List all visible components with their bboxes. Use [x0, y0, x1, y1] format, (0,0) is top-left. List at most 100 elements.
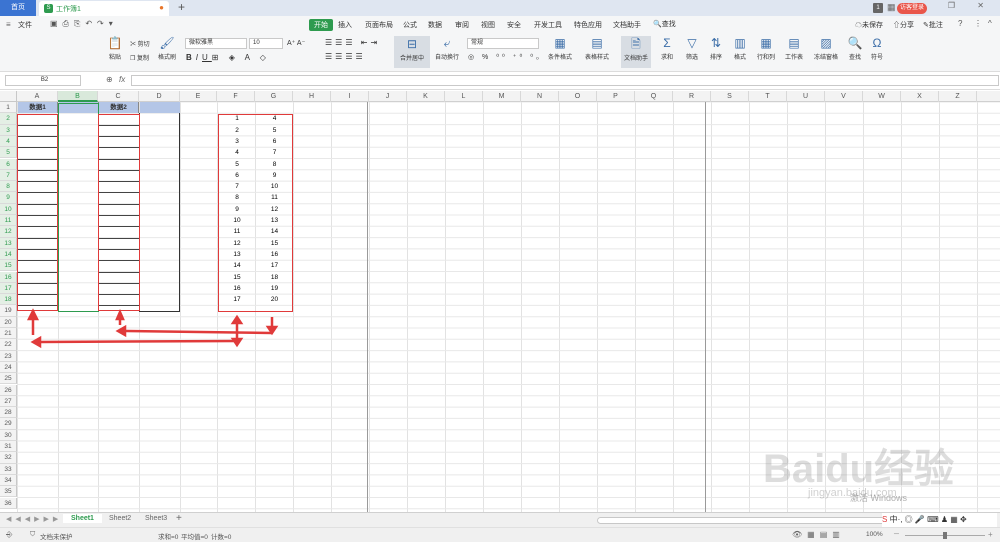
menu-start[interactable]: 开始 — [309, 19, 333, 31]
column-header-r[interactable]: R — [673, 91, 711, 102]
zoom-slider-thumb[interactable] — [943, 532, 947, 539]
menu-view[interactable]: 视图 — [481, 20, 495, 30]
row-header-28[interactable]: 28 — [0, 407, 17, 419]
find-button[interactable]: 🔍 查找 — [845, 36, 865, 61]
column-header-n[interactable]: N — [521, 91, 559, 102]
menu-insert[interactable]: 插入 — [338, 20, 352, 30]
sheet-tab-3[interactable]: Sheet3 — [145, 515, 167, 522]
filter-button[interactable]: ▽ 筛选 — [681, 36, 703, 61]
fx-label[interactable]: fx — [119, 75, 125, 84]
menu-formula[interactable]: 公式 — [403, 20, 417, 30]
formula-input[interactable] — [131, 75, 999, 86]
doc-helper-button[interactable]: 🗎 文档助手 — [621, 36, 651, 68]
row-header-34[interactable]: 34 — [0, 474, 17, 487]
guest-login-button[interactable]: 访客登录 — [897, 3, 927, 14]
align-top-buttons[interactable]: ☰☰☰ ⇤⇥ — [325, 38, 380, 47]
row-col-button[interactable]: ▦ 行和列 — [753, 36, 779, 61]
column-header-k[interactable]: K — [407, 91, 445, 102]
row-header-24[interactable]: 24 — [0, 361, 17, 374]
row-header-29[interactable]: 29 — [0, 418, 17, 430]
share-button[interactable]: ⇧分享 — [893, 20, 914, 30]
new-tab-button[interactable]: + — [178, 0, 185, 14]
cut-button[interactable]: ✂ 剪切 — [130, 39, 150, 48]
name-box[interactable]: B2 — [5, 75, 81, 86]
menu-doc-helper[interactable]: 文档助手 — [613, 20, 641, 30]
protect-status[interactable]: 文档未保护 — [40, 531, 73, 541]
font-grow-shrink[interactable]: A⁺ A⁻ — [287, 39, 305, 47]
number-buttons[interactable]: ◎ % ⁰⁰ ⁺⁰ ⁰₀ — [468, 53, 542, 61]
font-name-select[interactable]: 微软雅黑 — [185, 38, 247, 49]
format-painter-button[interactable]: 🖌 格式刷 — [156, 36, 178, 61]
menu-data[interactable]: 数据 — [428, 20, 442, 30]
hamburger-icon[interactable]: ≡ — [6, 20, 11, 29]
sum-button[interactable]: Σ 求和 — [656, 36, 678, 61]
menu-features[interactable]: 特色应用 — [574, 20, 602, 30]
column-header-z[interactable]: Z — [939, 91, 977, 102]
number-format-select[interactable]: 常规 — [467, 38, 539, 49]
format-button[interactable]: ▥ 格式 — [729, 36, 751, 61]
font-size-select[interactable]: 10 — [249, 38, 283, 49]
row-header-31[interactable]: 31 — [0, 441, 17, 453]
align-horiz-buttons[interactable]: ☰☰☰☰ — [325, 52, 366, 61]
column-header-t[interactable]: T — [749, 91, 787, 102]
column-header-q[interactable]: Q — [635, 91, 673, 102]
column-header-p[interactable]: P — [597, 91, 635, 102]
row-header-23[interactable]: 23 — [0, 350, 17, 362]
spreadsheet-grid[interactable]: ABCDEFGHIJKLMNOPQRSTUVWXZ 1 2 3 4 5 6 7 8 9 10 11 1… — [0, 91, 1000, 512]
row-header-25[interactable]: 25 — [0, 373, 17, 385]
conditional-format-button[interactable]: ▦ 条件格式 — [545, 36, 575, 61]
sheet-tab-2[interactable]: Sheet2 — [109, 515, 131, 522]
comment-button[interactable]: ✎批注 — [923, 20, 943, 30]
column-header-i[interactable]: I — [331, 91, 369, 102]
sheet-nav-arrows[interactable]: ◀◀◀▶▶▶ — [6, 515, 62, 523]
column-header-w[interactable]: W — [863, 91, 901, 102]
font-style-buttons[interactable]: BIU⊞ ◈ A ◇ — [186, 53, 270, 62]
more-icon[interactable]: ⋮ — [974, 19, 982, 28]
menu-page-layout[interactable]: 页面布局 — [365, 20, 393, 30]
menu-file[interactable]: 文件 — [18, 20, 32, 30]
column-header-v[interactable]: V — [825, 91, 863, 102]
zoom-in-icon[interactable]: + — [988, 530, 993, 539]
column-header-l[interactable]: L — [445, 91, 483, 102]
column-header-m[interactable]: M — [483, 91, 521, 102]
grid-view-icon[interactable]: ▦ — [887, 2, 896, 13]
column-header-o[interactable]: O — [559, 91, 597, 102]
row-header-32[interactable]: 32 — [0, 452, 17, 464]
add-sheet-button[interactable]: + — [176, 513, 182, 524]
menu-review[interactable]: 审阅 — [455, 20, 469, 30]
row-header-33[interactable]: 33 — [0, 463, 17, 475]
quick-access-icons[interactable]: ▣⎙⎘↶↷▾ — [50, 19, 118, 29]
row-header-27[interactable]: 27 — [0, 395, 17, 408]
row-header-26[interactable]: 26 — [0, 384, 17, 396]
row-header-36[interactable]: 36 — [0, 497, 17, 509]
worksheet-button[interactable]: ▤ 工作表 — [781, 36, 807, 61]
wrap-text-button[interactable]: ⤶ 自动换行 — [432, 36, 462, 61]
view-mode-icons[interactable]: 👁▦▤▥ — [792, 530, 845, 539]
zoom-level[interactable]: 100% — [866, 531, 883, 538]
paste-button[interactable]: 📋 粘贴 — [104, 36, 126, 61]
column-header-x[interactable]: X — [901, 91, 939, 102]
workbook-tab[interactable]: S 工作簿1 ● — [39, 1, 169, 16]
freeze-panes-button[interactable]: ▨ 冻结窗格 — [810, 36, 842, 61]
column-header-j[interactable]: J — [369, 91, 407, 102]
menu-developer[interactable]: 开发工具 — [534, 20, 562, 30]
search-menu[interactable]: 🔍查找 — [653, 19, 676, 29]
help-icon[interactable]: ? — [958, 19, 962, 28]
unsaved-status[interactable]: ☁未保存 — [855, 20, 883, 30]
menu-security[interactable]: 安全 — [507, 20, 521, 30]
copy-button[interactable]: ❐ 复制 — [130, 53, 149, 62]
sort-button[interactable]: ⇅ 排序 — [705, 36, 727, 61]
sheet-tab-1[interactable]: Sheet1 — [63, 514, 102, 523]
zoom-formula-icon[interactable]: ⊕ — [106, 75, 113, 84]
column-header-s[interactable]: S — [711, 91, 749, 102]
symbol-button[interactable]: Ω 符号 — [867, 36, 887, 61]
macro-icon[interactable]: ⎆ — [6, 530, 12, 540]
row-header-35[interactable]: 35 — [0, 486, 17, 498]
column-header-u[interactable]: U — [787, 91, 825, 102]
row-header-30[interactable]: 30 — [0, 429, 17, 441]
window-count-badge[interactable]: 1 — [873, 3, 883, 13]
close-tab-icon[interactable]: ● — [159, 3, 164, 12]
home-tab[interactable]: 首页 — [0, 0, 36, 16]
table-style-button[interactable]: ▤ 表格样式 — [581, 36, 613, 61]
merge-center-button[interactable]: ⊟ 合并居中 — [394, 36, 430, 68]
